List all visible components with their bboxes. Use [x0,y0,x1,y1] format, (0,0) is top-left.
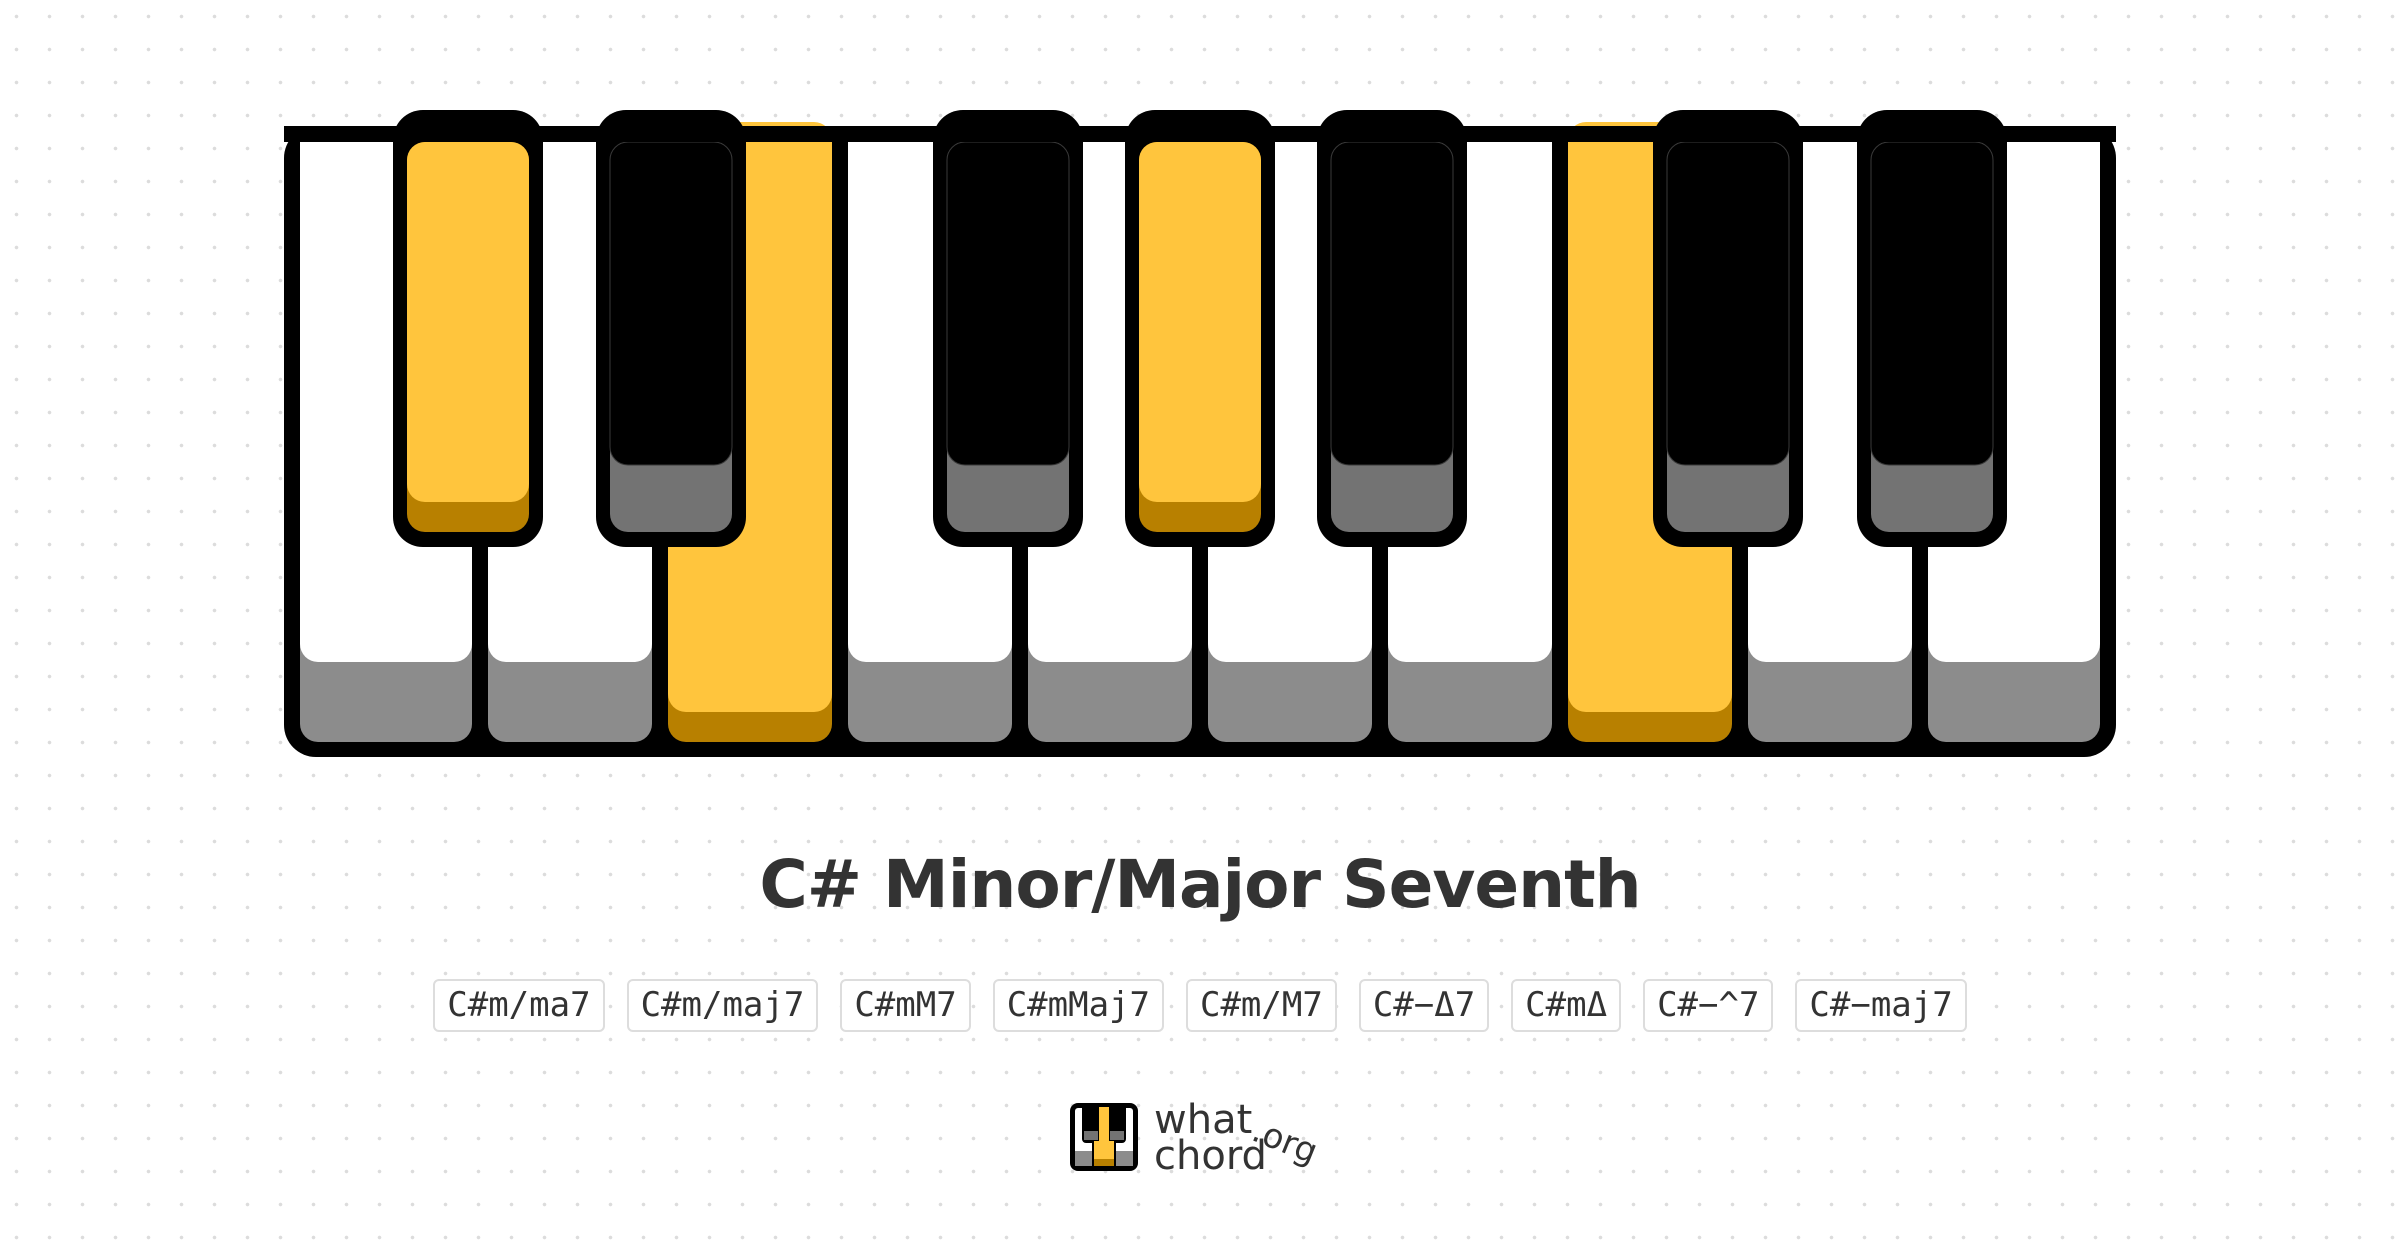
black-key-a-sharp[interactable] [1317,110,1467,547]
piano-keyboard [284,110,2116,757]
black-key-c-sharp[interactable] [1653,110,1803,547]
chord-alias-tag[interactable]: C#m/M7 [1185,979,1337,1032]
chord-alias-tag[interactable]: C#−Δ7 [1358,979,1490,1032]
black-key-d-sharp[interactable] [596,110,746,547]
chord-alias-tag[interactable]: C#m/ma7 [433,979,605,1032]
chord-alias-tag[interactable]: C#mΔ [1511,979,1622,1032]
chord-alias-tag[interactable]: C#mMaj7 [992,979,1164,1032]
chord-aliases: C#m/ma7 C#m/maj7 C#mM7 C#mMaj7 C#m/M7 C#… [0,979,2400,1032]
black-key-g-sharp[interactable] [1125,110,1275,547]
chord-alias-tag[interactable]: C#mM7 [840,979,971,1032]
black-key-c-sharp[interactable] [393,110,543,547]
whatchord-logo[interactable]: what chord .org [1070,1100,1340,1180]
black-key-f-sharp[interactable] [933,110,1083,547]
chord-title: C# Minor/Major Seventh [759,846,1641,923]
black-key-d-sharp[interactable] [1857,110,2007,547]
chord-alias-tag[interactable]: C#−maj7 [1795,979,1967,1032]
chord-alias-tag[interactable]: C#−^7 [1643,979,1774,1032]
chord-alias-tag[interactable]: C#m/maj7 [626,979,819,1032]
piano-logo-icon [1070,1103,1138,1171]
